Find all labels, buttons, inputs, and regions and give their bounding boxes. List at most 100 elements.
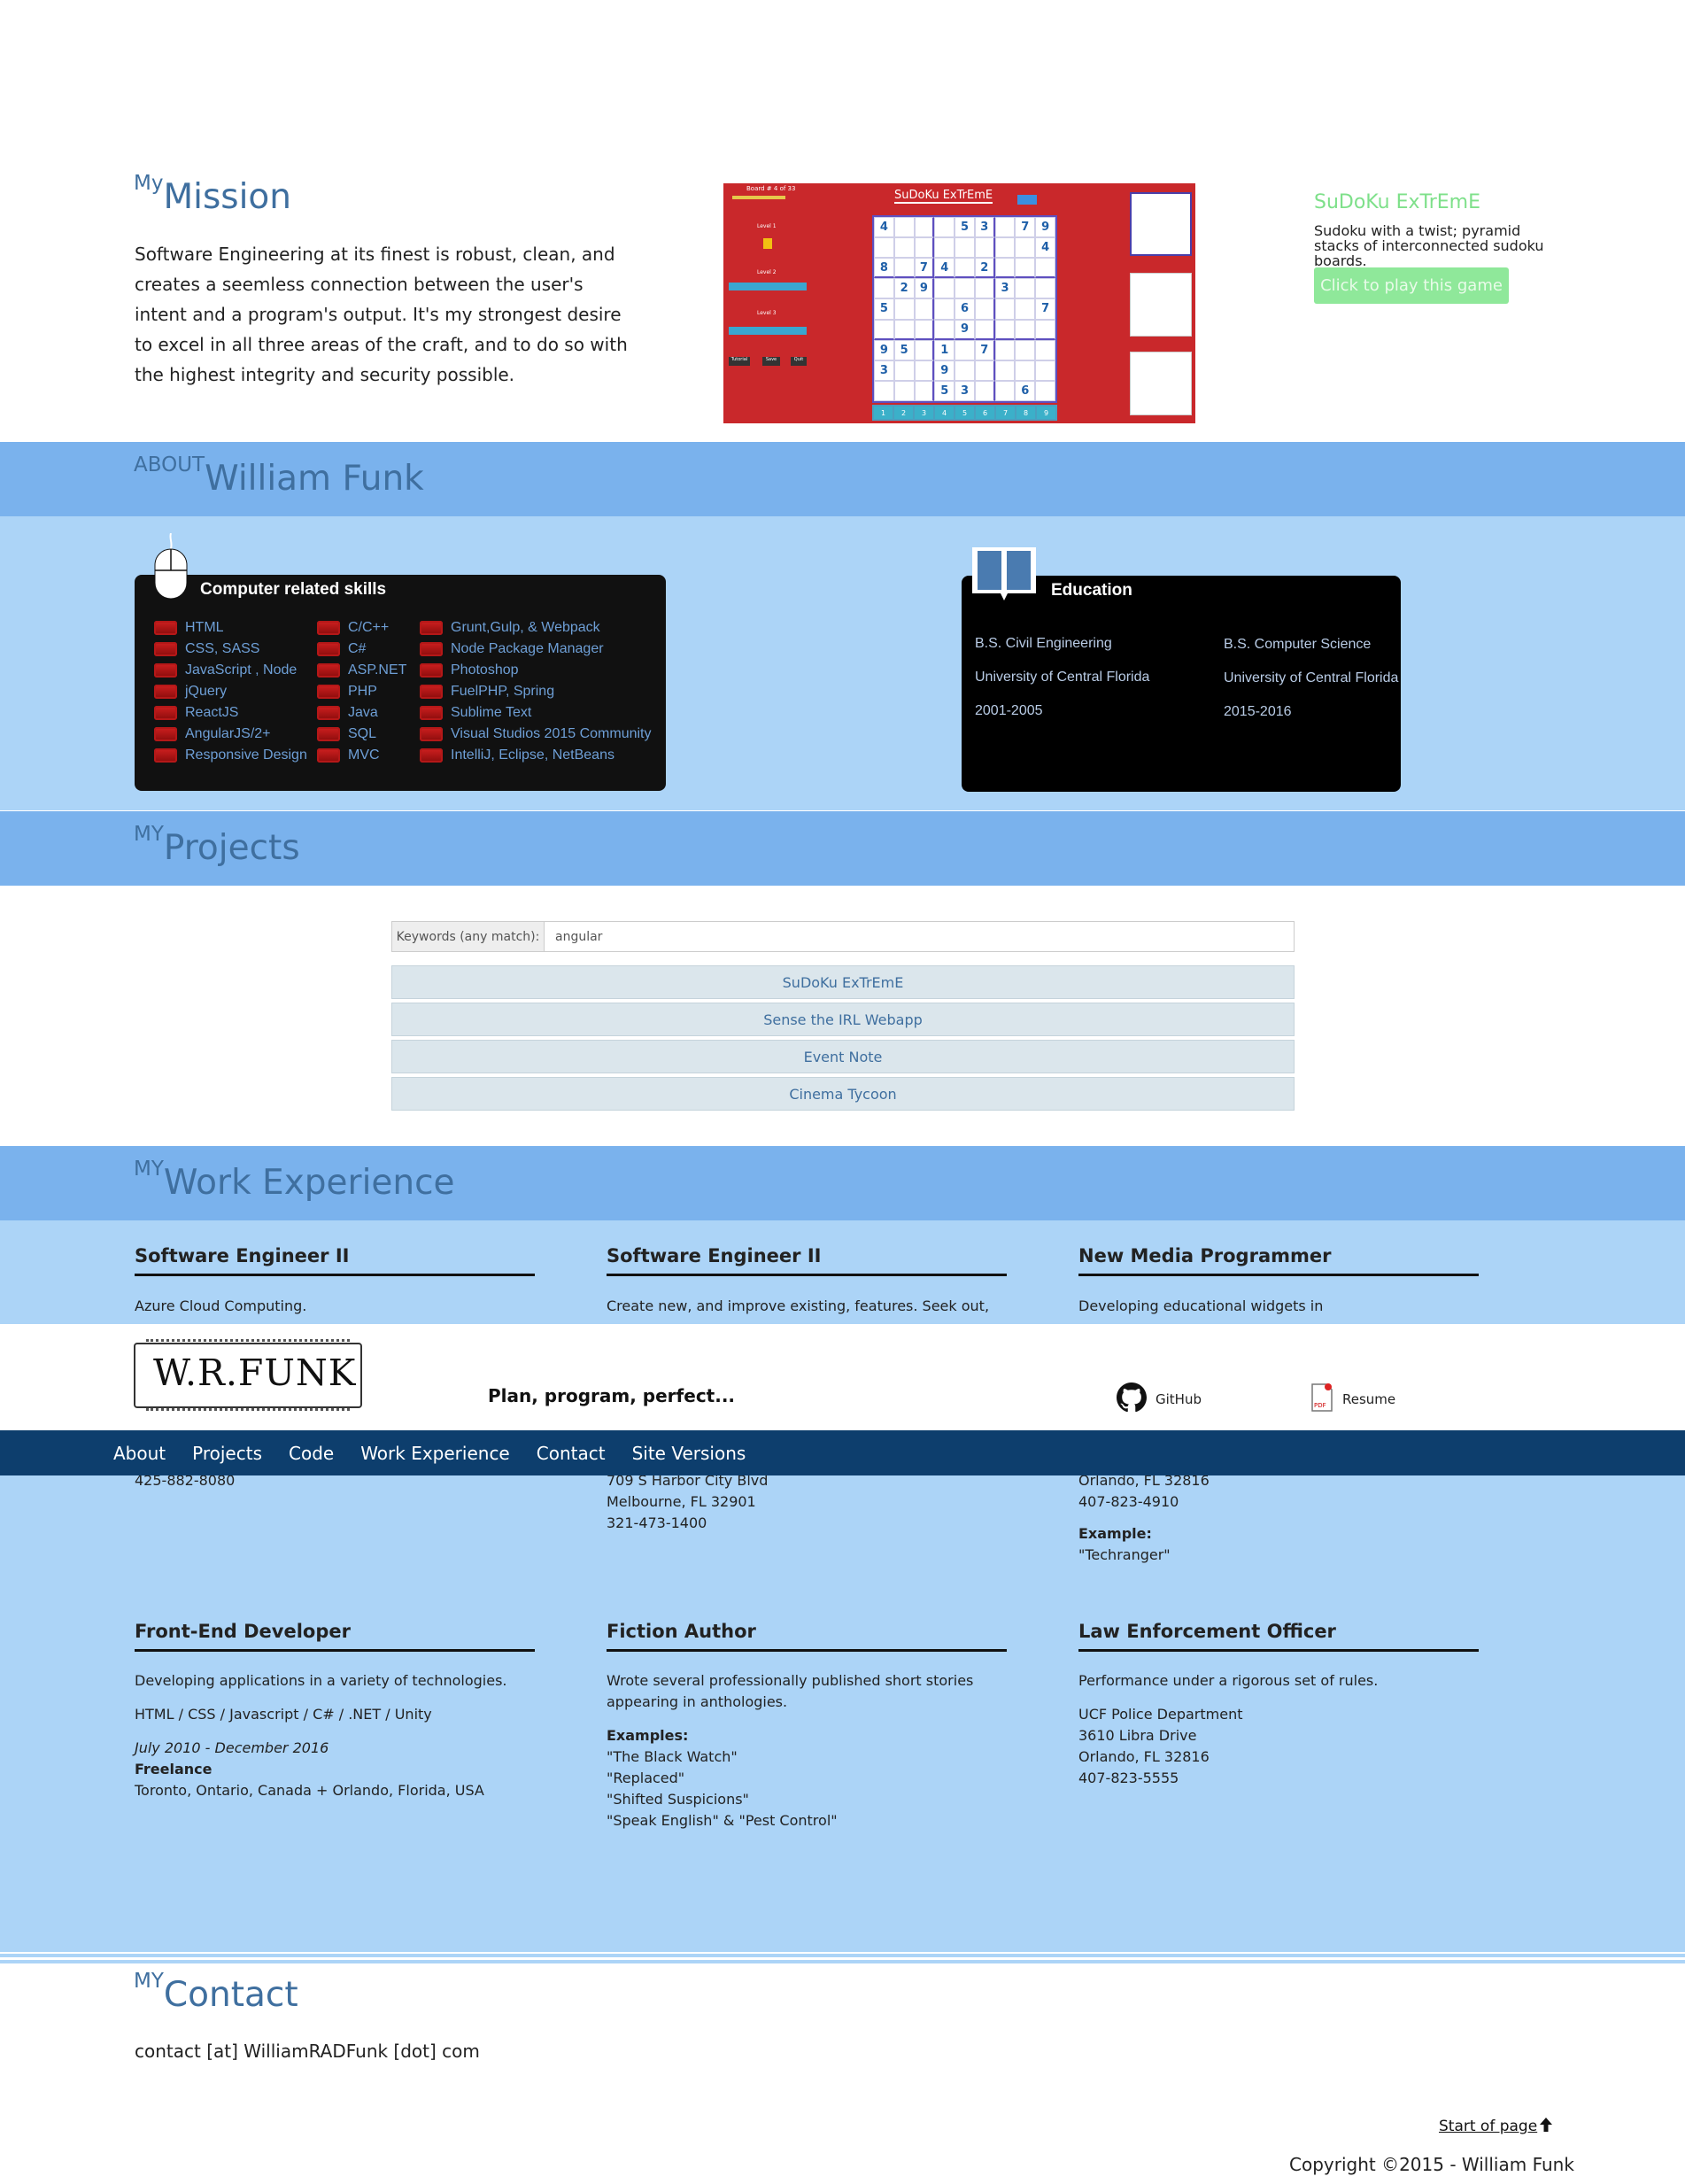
preview-level2: Level 2 (757, 269, 777, 275)
sudoku-cell (874, 380, 894, 401)
brick-icon (420, 621, 443, 635)
github-link[interactable]: GitHub (1117, 1382, 1202, 1416)
project-item-cinema-tycoon[interactable]: Cinema Tycoon (391, 1077, 1295, 1111)
sudoku-cell (994, 360, 1016, 381)
project-item-sudoku[interactable]: SuDoKu ExTrEmE (391, 965, 1295, 999)
play-game-button[interactable]: Click to play this game (1314, 267, 1509, 304)
copyright: Copyright ©2015 - William Funk (1289, 2154, 1574, 2175)
brick-icon (420, 748, 443, 763)
sudoku-cell (955, 339, 975, 360)
education-degree-1-name: B.S. Civil Engineering (975, 636, 1112, 651)
job-6-details: Performance under a rigorous set of rule… (1078, 1670, 1479, 1789)
sudoku-cell (1015, 360, 1036, 381)
skill-item: Responsive Design (154, 745, 307, 766)
skill-item: HTML (154, 617, 307, 639)
tagline: Plan, program, perfect... (488, 1385, 736, 1406)
job-4-details: Developing applications in a variety of … (135, 1670, 535, 1801)
job-2-phone: 321-473-1400 (607, 1514, 707, 1531)
sudoku-cell (974, 360, 995, 381)
skill-label: AngularJS/2+ (185, 726, 271, 741)
sudoku-cell (1015, 278, 1036, 299)
brick-icon (154, 642, 177, 656)
project-item-sense-irl[interactable]: Sense the IRL Webapp (391, 1003, 1295, 1036)
skill-label: PHP (348, 684, 377, 699)
resume-link[interactable]: PDF Resume (1310, 1382, 1395, 1416)
sudoku-cell (914, 217, 935, 238)
sudoku-cell: 9 (874, 339, 894, 360)
preview-level1: Level 1 (757, 223, 777, 229)
game-title: SuDoKu ExTrEmE (1314, 191, 1480, 213)
skill-label: IntelliJ, Eclipse, NetBeans (451, 747, 614, 763)
sudoku-cell: 5 (955, 217, 975, 238)
preview-level3: Level 3 (757, 310, 777, 316)
brick-icon (154, 621, 177, 635)
project-item-event-note[interactable]: Event Note (391, 1040, 1295, 1073)
section-divider-1 (0, 1954, 1685, 1957)
mission-heading: MyMission (134, 172, 291, 217)
job-5-examples-label: Examples: (607, 1727, 689, 1744)
preview-title: SuDoKu ExTrEmE (894, 189, 993, 204)
sudoku-cell (955, 278, 975, 299)
skill-item: MVC (317, 745, 406, 766)
sudoku-cell (914, 339, 935, 360)
nav-site-versions[interactable]: Site Versions (632, 1443, 746, 1464)
job-6-line-3: Orlando, FL 32816 (1078, 1748, 1210, 1765)
keypad-key: 2 (894, 407, 913, 419)
skill-label: Responsive Design (185, 747, 307, 763)
about-heading-big: William Funk (205, 459, 424, 499)
nav-projects[interactable]: Projects (192, 1443, 262, 1464)
nav-work-experience[interactable]: Work Experience (360, 1443, 510, 1464)
sudoku-cell (994, 298, 1016, 320)
sudoku-preview-image[interactable]: Board # 4 of 33 Level 1 Level 2 Level 3 … (723, 183, 1195, 423)
sudoku-cell (1035, 278, 1055, 299)
sudoku-cell: 4 (934, 258, 955, 279)
preview-level2-row (729, 283, 807, 290)
nav-code[interactable]: Code (289, 1443, 334, 1464)
job-text-3: Developing educational widgets in (1078, 1297, 1324, 1314)
sudoku-cell: 5 (934, 380, 955, 401)
sudoku-cell (914, 237, 935, 259)
sudoku-cell (1035, 380, 1055, 401)
preview-tutorial-button: Tutorial (729, 357, 750, 366)
start-of-page-link[interactable]: Start of page (1439, 2117, 1553, 2136)
education-degree-2-name: B.S. Computer Science (1224, 637, 1372, 652)
sudoku-cell (893, 237, 915, 259)
skill-label: C/C++ (348, 620, 390, 635)
logo[interactable]: W.R.FUNK (134, 1339, 362, 1415)
projects-heading-big: Projects (163, 828, 300, 868)
sudoku-cell (934, 237, 955, 259)
contact-heading: MYContact (134, 1970, 298, 2015)
sudoku-cell (994, 380, 1016, 401)
skill-label: Photoshop (451, 662, 519, 678)
mouse-icon (153, 532, 189, 600)
keyword-label: Keywords (any match): (391, 921, 545, 952)
nav-about[interactable]: About (113, 1443, 166, 1464)
job-title-4: Front-End Developer (135, 1621, 535, 1652)
job-3-example: "Techranger" (1078, 1546, 1171, 1563)
skill-label: ReactJS (185, 705, 239, 720)
sudoku-cell: 4 (874, 217, 894, 238)
job-3-address: Orlando, FL 32816 407-823-4910 Example: … (1078, 1470, 1479, 1566)
education-degree-2-school: University of Central Florida (1224, 670, 1399, 685)
skill-item: Java (317, 702, 406, 724)
job-4-text: Developing applications in a variety of … (135, 1672, 507, 1689)
sudoku-cell (893, 319, 915, 340)
preview-quit-button: Quit (791, 357, 807, 366)
arrow-up-icon (1539, 2117, 1553, 2136)
keyword-search-input[interactable]: angular (544, 921, 1295, 952)
skills-column-1: HTML CSS, SASS JavaScript , Node jQuery Reac… (154, 617, 307, 766)
sudoku-cell: 5 (893, 339, 915, 360)
sudoku-cell (1035, 339, 1055, 360)
keypad-key: 3 (915, 407, 933, 419)
skill-item: C/C++ (317, 617, 406, 639)
job-title-5: Fiction Author (607, 1621, 1007, 1652)
nav-contact[interactable]: Contact (537, 1443, 606, 1464)
sudoku-cell (874, 278, 894, 299)
job-4-org: Freelance (135, 1761, 213, 1777)
sudoku-cell (1015, 258, 1036, 279)
preview-level3-row (729, 327, 807, 335)
sudoku-cell: 2 (893, 278, 915, 299)
sudoku-cell (974, 237, 995, 259)
brick-icon (317, 706, 340, 720)
job-6-text: Performance under a rigorous set of rule… (1078, 1672, 1379, 1689)
